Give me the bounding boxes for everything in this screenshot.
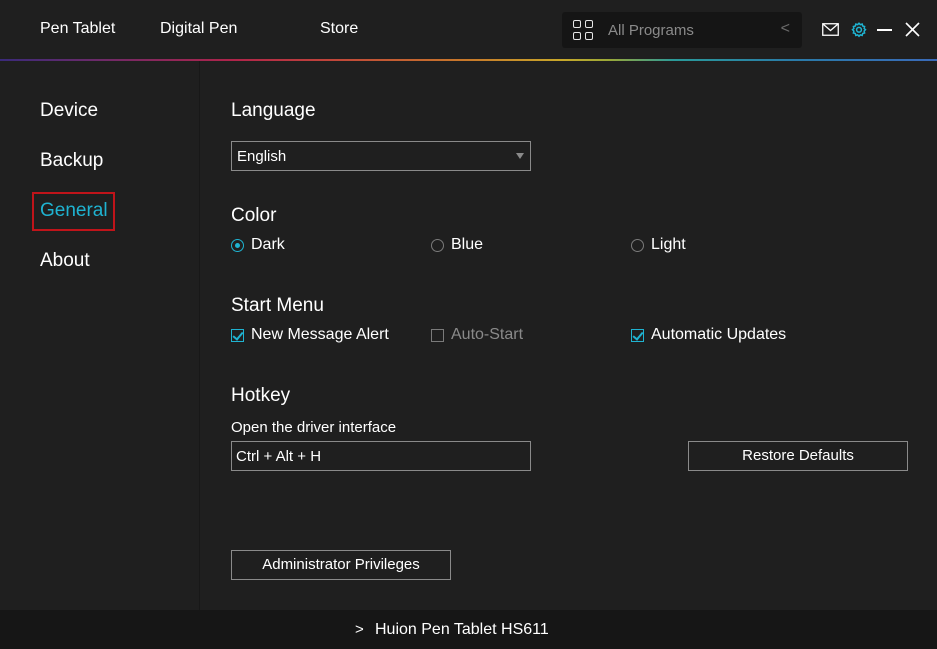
restore-defaults-button[interactable]: Restore Defaults	[688, 441, 908, 471]
checkbox-checked-icon	[231, 328, 244, 342]
color-light-radio[interactable]: Light	[631, 236, 686, 254]
hotkey-title: Hotkey	[231, 385, 291, 406]
tab-digital-pen[interactable]: Digital Pen	[160, 20, 237, 38]
hotkey-input[interactable]: Ctrl + Alt + H	[231, 441, 531, 471]
device-name: Huion Pen Tablet HS611	[375, 621, 549, 638]
dropdown-arrow-icon	[516, 153, 524, 159]
all-programs-label: All Programs	[608, 22, 694, 39]
color-title: Color	[231, 205, 277, 226]
radio-unchecked-icon	[431, 238, 444, 252]
color-blue-label: Blue	[451, 236, 484, 253]
automatic-updates-checkbox[interactable]: Automatic Updates	[631, 326, 786, 344]
automatic-updates-label: Automatic Updates	[651, 326, 787, 343]
sidebar: Device Backup General About	[0, 61, 200, 610]
language-select[interactable]: English	[231, 141, 531, 171]
start-menu-title: Start Menu	[231, 295, 324, 316]
all-programs-selector[interactable]: All Programs <	[562, 12, 802, 48]
color-light-label: Light	[651, 236, 686, 253]
tab-store[interactable]: Store	[320, 20, 358, 38]
tab-pen-tablet[interactable]: Pen Tablet	[40, 20, 115, 38]
top-bar: Pen Tablet Digital Pen Store All Program…	[0, 0, 937, 60]
sidebar-item-backup[interactable]: Backup	[40, 150, 103, 172]
hotkey-value: Ctrl + Alt + H	[236, 448, 322, 465]
gear-icon[interactable]	[851, 22, 867, 38]
chevron-right-icon: >	[355, 621, 364, 638]
device-footer[interactable]: > Huion Pen Tablet HS611	[0, 610, 937, 649]
minimize-icon[interactable]	[877, 29, 892, 31]
grid-icon	[573, 20, 594, 40]
mail-icon[interactable]	[822, 23, 839, 36]
checkbox-checked-icon	[631, 328, 644, 342]
new-message-alert-label: New Message Alert	[251, 326, 389, 343]
sidebar-item-general[interactable]: General	[40, 200, 108, 222]
language-title: Language	[231, 100, 316, 121]
radio-unchecked-icon	[631, 238, 644, 252]
color-dark-label: Dark	[251, 236, 285, 253]
sidebar-item-about[interactable]: About	[40, 250, 90, 272]
language-value: English	[237, 148, 287, 165]
close-icon[interactable]	[905, 22, 920, 37]
chevron-left-icon[interactable]: <	[781, 20, 790, 38]
color-dark-radio[interactable]: Dark	[231, 236, 285, 254]
checkbox-unchecked-icon	[431, 328, 444, 342]
administrator-privileges-button[interactable]: Administrator Privileges	[231, 550, 451, 580]
hotkey-description: Open the driver interface	[231, 419, 397, 436]
general-settings-panel: Language English Color Dark Blue Light S…	[201, 61, 937, 610]
auto-start-label: Auto-Start	[451, 326, 524, 343]
radio-checked-icon	[231, 238, 244, 252]
new-message-alert-checkbox[interactable]: New Message Alert	[231, 326, 389, 344]
auto-start-checkbox[interactable]: Auto-Start	[431, 326, 523, 344]
sidebar-item-device[interactable]: Device	[40, 100, 98, 122]
color-blue-radio[interactable]: Blue	[431, 236, 483, 254]
